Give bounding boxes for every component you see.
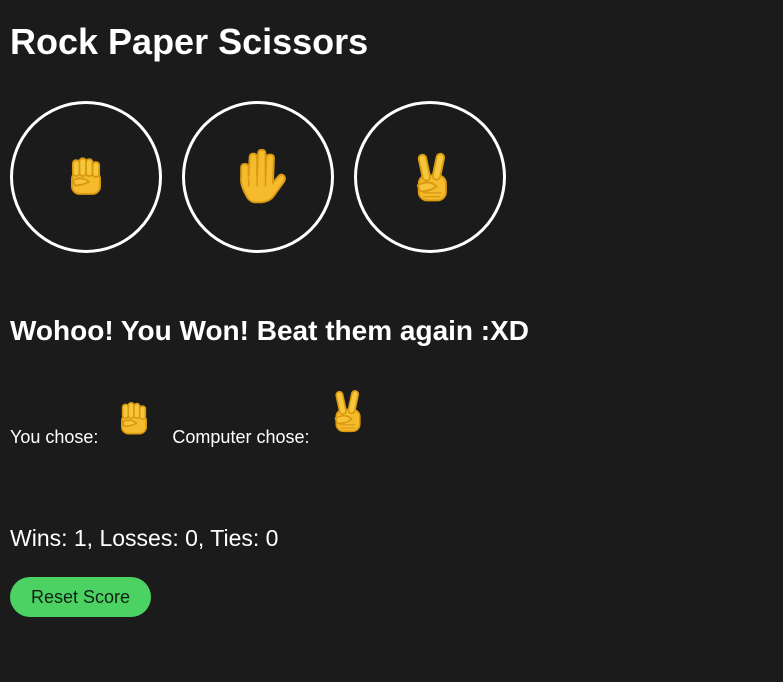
score-text: Wins: 1, Losses: 0, Ties: 0 bbox=[10, 525, 279, 551]
player-choice-icon bbox=[108, 393, 160, 450]
choice-buttons bbox=[10, 101, 506, 253]
paper-button[interactable] bbox=[182, 101, 334, 253]
victory-hand-icon bbox=[416, 152, 447, 202]
computer-chose-label: Computer chose: bbox=[172, 427, 310, 447]
rock-paper-scissors-app: Rock Paper Scissors Wohoo! You Won! Beat… bbox=[0, 0, 783, 682]
victory-hand-icon bbox=[334, 389, 361, 433]
raised-hand-icon bbox=[240, 148, 286, 204]
result-message: Wohoo! You Won! Beat them again :XD bbox=[10, 315, 530, 346]
raised-fist-icon bbox=[71, 157, 101, 195]
reset-score-button[interactable]: Reset Score bbox=[10, 577, 151, 617]
chosen-summary: You chose: Computer chose: bbox=[10, 378, 384, 450]
scissors-button[interactable] bbox=[354, 101, 506, 253]
you-chose-label: You chose: bbox=[10, 427, 99, 447]
rock-button[interactable] bbox=[10, 101, 162, 253]
computer-choice-icon bbox=[320, 377, 372, 450]
page-title: Rock Paper Scissors bbox=[10, 21, 369, 62]
raised-fist-icon bbox=[121, 401, 148, 435]
